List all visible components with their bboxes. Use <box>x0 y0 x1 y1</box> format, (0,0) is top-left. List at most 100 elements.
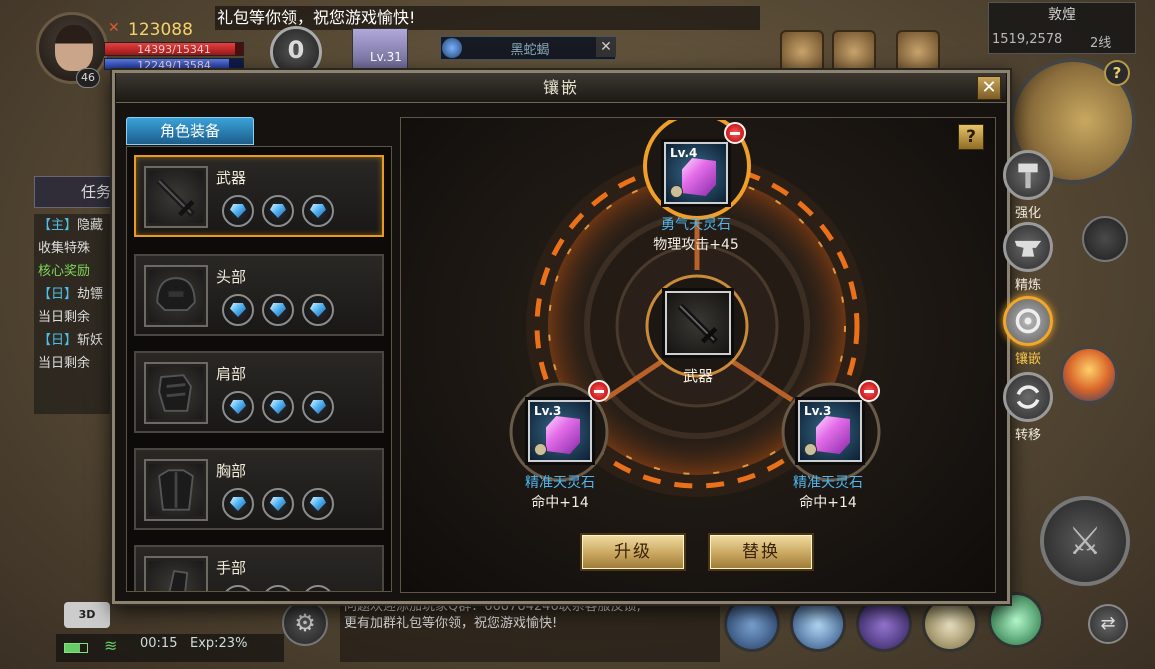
equip-slot-chest[interactable]: 胸部 <box>134 448 384 530</box>
target-name: 黑蛇蝎 <box>510 43 550 58</box>
remove-gem-left-button[interactable] <box>588 380 610 402</box>
clock: 00:15 <box>140 636 178 651</box>
gem-socket-icon <box>222 488 254 520</box>
palace-icon[interactable] <box>832 30 876 74</box>
scroll-icon[interactable] <box>780 30 824 74</box>
quest-list[interactable]: 【主】隐藏 收集特殊 核心奖励 【日】劫镖 当日剩余 【日】斩妖 当日剩余 <box>34 214 114 414</box>
gem-socket-icon <box>222 391 254 423</box>
equip-slot-hands[interactable]: 手部 <box>134 545 384 591</box>
gem-socket-icon <box>262 585 294 591</box>
gem-stat-left: 命中+14 <box>531 495 589 511</box>
quest-line[interactable]: 核心奖励 <box>34 260 114 283</box>
equip-slot-weapon[interactable]: 武器 <box>134 155 384 237</box>
remove-gem-right-button[interactable] <box>858 380 880 402</box>
battery-icon <box>64 643 88 653</box>
gem-stone-icon <box>682 158 716 196</box>
tab-label: 精炼 <box>1014 278 1041 293</box>
skill-slot-4[interactable] <box>922 596 978 652</box>
diamond-menu-icon[interactable] <box>1082 216 1128 262</box>
quest-line[interactable]: 【主】隐藏 <box>34 214 114 237</box>
target-orb-icon <box>442 38 462 58</box>
gem-socket-icon <box>302 585 334 591</box>
gem-socket-icon <box>222 585 254 591</box>
quest-line[interactable]: 当日剩余 <box>34 352 114 375</box>
equip-slot-label: 胸部 <box>216 462 247 480</box>
avatar <box>55 25 93 71</box>
skill-slot-2[interactable] <box>790 596 846 652</box>
gem-name-right: 精准天灵石 <box>793 475 863 491</box>
gem-stone-icon <box>546 416 580 454</box>
activity-orb-icon[interactable] <box>1060 346 1118 404</box>
lock-icon <box>534 443 547 456</box>
equip-slot-label: 肩部 <box>216 365 247 383</box>
equip-slot-shoulder[interactable]: 肩部 <box>134 351 384 433</box>
quest-text: 当日剩余 <box>38 356 91 371</box>
equipment-list[interactable]: 武器 头部 肩部 胸部 手部 <box>126 146 392 592</box>
gem-socket-icon <box>262 391 294 423</box>
dialog-title: 镶嵌 <box>542 78 579 97</box>
hp-bar: 14393/15341 <box>104 42 244 56</box>
gauntlet-icon <box>144 556 208 591</box>
lock-icon <box>804 443 817 456</box>
switch-target-icon[interactable]: ⇄ <box>1088 604 1128 644</box>
gem-socket-icon <box>262 294 294 326</box>
upgrade-button[interactable]: 升级 <box>580 533 686 571</box>
equip-slot-head[interactable]: 头部 <box>134 254 384 336</box>
minimap-help-icon[interactable]: ? <box>1104 60 1130 86</box>
inlay-icon <box>1003 296 1053 346</box>
mp-text: 12249/13584 <box>137 59 211 70</box>
tab-character-equipment[interactable]: 角色装备 <box>126 117 254 145</box>
tab-label: 强化 <box>1014 206 1041 221</box>
quest-line[interactable]: 【日】劫镖 <box>34 283 114 306</box>
combat-power-icon: ✕ <box>108 20 120 36</box>
quest-tab-label: 任务 <box>81 183 112 201</box>
sword-icon <box>677 303 719 345</box>
remove-gem-top-button[interactable] <box>724 122 746 144</box>
anvil-icon <box>1003 222 1053 272</box>
dialog-close-button[interactable]: ✕ <box>977 76 1001 100</box>
gem-socket-left[interactable]: Lv.3 <box>528 400 592 462</box>
gem-name-top: 勇气天灵石 <box>661 217 731 233</box>
gem-socket-top[interactable]: Lv.4 <box>664 142 728 204</box>
combat-power: 123088 <box>128 20 193 40</box>
settings-gear-icon[interactable]: ⚙ <box>282 600 328 646</box>
replace-button[interactable]: 替换 <box>708 533 814 571</box>
selected-equipment-icon <box>665 291 731 355</box>
gem-level: Lv.3 <box>804 404 832 418</box>
chat-box[interactable]: 问题欢迎添加玩家Q群：668784246联系客服反馈, 更有加群礼包等你领，祝您… <box>340 596 720 662</box>
attack-sword-icon[interactable]: ⚔ <box>1040 496 1130 586</box>
camera-toggle-button[interactable]: 3D <box>64 602 110 628</box>
tab-enhance[interactable]: 强化 <box>1000 150 1056 230</box>
lock-icon <box>670 185 683 198</box>
quest-text: 隐藏 <box>77 218 104 233</box>
location-coords: 1519,2578 <box>992 32 1063 47</box>
help-button[interactable]: ? <box>958 124 984 150</box>
skill-slot-3[interactable] <box>856 596 912 652</box>
location-name: 敦煌 <box>1048 7 1076 23</box>
gem-stat-right: 命中+14 <box>799 495 857 511</box>
gem-name-left: 精准天灵石 <box>525 475 595 491</box>
tab-refine[interactable]: 精炼 <box>1000 222 1056 302</box>
quest-line[interactable]: 【日】斩妖 <box>34 329 114 352</box>
quest-tag: 【主】 <box>38 218 78 233</box>
gem-socket-icon <box>222 195 254 227</box>
quest-line[interactable]: 收集特殊 <box>34 237 114 260</box>
quest-line[interactable]: 当日剩余 <box>34 306 114 329</box>
tab-inlay[interactable]: 镶嵌 <box>1000 296 1056 376</box>
tab-label: 镶嵌 <box>1014 352 1041 367</box>
tab-transfer[interactable]: 转移 <box>1000 372 1056 452</box>
quest-tab[interactable]: 任务 <box>34 176 114 208</box>
quest-text: 劫镖 <box>77 287 104 302</box>
quest-text: 收集特殊 <box>38 241 91 256</box>
gem-socket-icon <box>302 391 334 423</box>
transfer-icon <box>1003 372 1053 422</box>
target-close-button[interactable]: ✕ <box>596 37 616 57</box>
server-line[interactable]: 2线 <box>1090 32 1111 51</box>
gem-socket-right[interactable]: Lv.3 <box>798 400 862 462</box>
map-scroll-icon[interactable] <box>896 30 940 74</box>
vip-level: 0 <box>287 36 305 64</box>
wifi-icon: ≋ <box>104 636 118 655</box>
skill-slot-1[interactable] <box>724 596 780 652</box>
gem-socket-icon <box>302 195 334 227</box>
gem-stat-top: 物理攻击+45 <box>653 237 739 253</box>
